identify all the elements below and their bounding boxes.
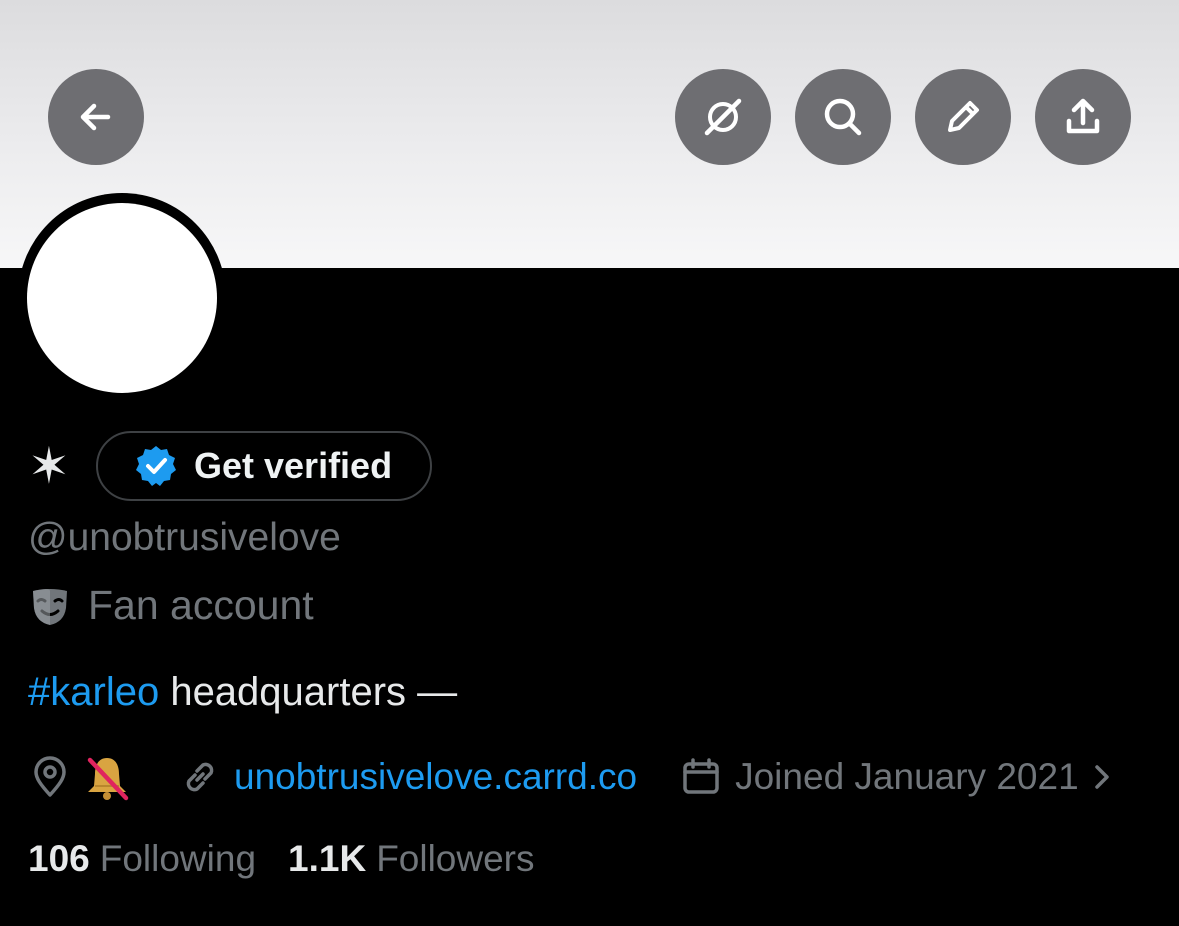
following-count: 106 [28, 838, 90, 879]
profile-handle: @unobtrusivelove [28, 516, 341, 559]
avatar[interactable] [27, 203, 217, 393]
profile-meta-row: 🔕 unobtrusivelove.carrd.co Joined Januar… [28, 748, 1115, 806]
bio-hashtag-link[interactable]: #karleo [28, 670, 159, 714]
theater-masks-icon [33, 588, 67, 625]
name-row: ✶ Get verified [28, 431, 433, 501]
back-button[interactable] [48, 69, 144, 165]
followers-link[interactable]: 1.1K Followers [288, 838, 534, 880]
calendar-icon [683, 758, 719, 794]
following-link[interactable]: 106 Following [28, 838, 256, 880]
verified-badge-icon [136, 446, 176, 486]
followers-count: 1.1K [288, 838, 367, 879]
profile-stats: 106 Following 1.1K Followers [28, 838, 535, 880]
chevron-right-icon[interactable] [1091, 755, 1115, 799]
following-label: Following [99, 838, 257, 879]
location-pin-icon [34, 756, 66, 797]
arrow-left-icon [80, 103, 111, 131]
muted-bell-emoji [87, 757, 129, 801]
profile-bio: #karleo headquarters — [28, 670, 457, 715]
profile-category: Fan account [28, 582, 314, 629]
share-icon [1066, 98, 1100, 134]
bio-text: headquarters — [159, 670, 458, 714]
edit-icon [948, 101, 979, 132]
display-name: ✶ [28, 438, 70, 494]
edit-button[interactable] [915, 69, 1011, 165]
share-button[interactable] [1035, 69, 1131, 165]
grok-button[interactable] [675, 69, 771, 165]
website-link[interactable]: unobtrusivelove.carrd.co [234, 756, 637, 798]
category-label: Fan account [88, 582, 314, 628]
followers-label: Followers [376, 838, 535, 879]
search-button[interactable] [795, 69, 891, 165]
get-verified-label: Get verified [194, 445, 393, 486]
grok-icon [704, 98, 742, 136]
joined-date: Joined January 2021 [735, 756, 1079, 797]
search-icon [824, 98, 862, 136]
link-icon [186, 762, 214, 792]
get-verified-button[interactable]: Get verified [96, 431, 433, 501]
